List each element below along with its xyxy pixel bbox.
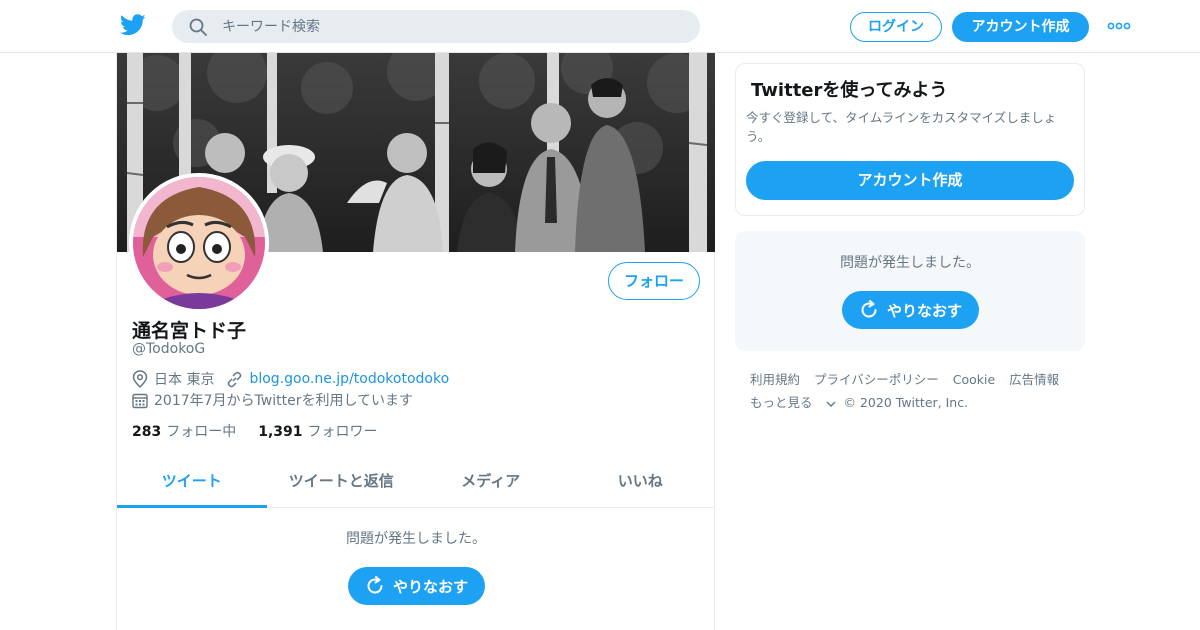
calendar-icon	[132, 393, 148, 408]
timeline-retry-label: やりなおす	[392, 577, 468, 596]
signup-promo-button[interactable]: アカウント作成	[746, 161, 1074, 200]
followers-count: 1,391	[258, 424, 303, 440]
twitter-bird-icon[interactable]	[120, 14, 146, 36]
sidebar-footer: 利用規約 プライバシーポリシー Cookie 広告情報 もっと見る © 2020…	[750, 368, 1080, 414]
login-button[interactable]: ログイン	[850, 12, 942, 42]
footer-links-row: 利用規約 プライバシーポリシー Cookie 広告情報	[750, 368, 1080, 391]
location-pin-icon	[132, 370, 148, 388]
profile-meta-location-row: 日本 東京 blog.goo.ne.jp/todokotodoko	[132, 369, 449, 389]
footer-second-row: もっと見る © 2020 Twitter, Inc.	[750, 391, 1080, 414]
avatar-illustration	[133, 177, 265, 309]
more-dots-icon[interactable]	[1107, 20, 1131, 32]
sidebar-retry-button[interactable]: やりなおす	[842, 291, 979, 329]
followers-stat[interactable]: 1,391 フォロワー	[258, 421, 377, 441]
profile-joined-date: 2017年7月からTwitterを利用しています	[154, 393, 414, 409]
signup-promo-description: 今すぐ登録して、タイムラインをカスタマイズしましょう。	[746, 110, 1057, 144]
signup-promo-card: Twitterを使ってみよう 今すぐ登録して、タイムラインをカスタマイズしましょ…	[735, 63, 1085, 216]
profile-tabs: ツイート ツイートと返信 メディア いいね	[117, 457, 715, 508]
profile-display-name: 通名宮トド子	[132, 320, 247, 342]
timeline-error-message: 問題が発生しました。	[346, 531, 486, 547]
profile-stats: 283 フォロー中 1,391 フォロワー	[132, 421, 400, 441]
sidebar-error-message: 問題が発生しました。	[840, 255, 980, 271]
followers-label: フォロワー	[307, 424, 378, 440]
tab-media[interactable]: メディア	[416, 457, 566, 507]
signup-promo-title: Twitterを使ってみよう	[751, 80, 948, 101]
following-count: 283	[132, 424, 162, 440]
footer-link-terms[interactable]: 利用規約	[750, 372, 800, 387]
search-icon	[189, 18, 207, 36]
follow-button[interactable]: フォロー	[608, 262, 700, 300]
following-label: フォロー中	[166, 424, 237, 440]
profile-handle[interactable]: @TodokoG	[132, 341, 205, 357]
search-input[interactable]	[222, 10, 682, 43]
profile-column: フォロー 通名宮トド子 @TodokoG 日本 東京 blog.goo.ne.j…	[116, 53, 715, 630]
timeline-retry-button[interactable]: やりなおす	[348, 567, 485, 605]
following-stat[interactable]: 283 フォロー中	[132, 421, 236, 441]
refresh-icon	[861, 300, 877, 318]
chevron-down-icon	[826, 401, 836, 407]
footer-copyright: © 2020 Twitter, Inc.	[843, 395, 969, 410]
profile-meta-joined-row: 2017年7月からTwitterを利用しています	[132, 390, 413, 410]
tab-tweets-and-replies[interactable]: ツイートと返信	[267, 457, 417, 507]
link-icon	[228, 371, 242, 387]
footer-more-link[interactable]: もっと見る	[750, 395, 836, 410]
sidebar-retry-label: やりなおす	[886, 301, 962, 320]
footer-link-cookie[interactable]: Cookie	[953, 372, 995, 387]
footer-link-ads-info[interactable]: 広告情報	[1009, 372, 1059, 387]
sidebar-error-card: 問題が発生しました。 やりなおす	[735, 231, 1085, 351]
tab-likes[interactable]: いいね	[566, 457, 716, 507]
profile-website-link[interactable]: blog.goo.ne.jp/todokotodoko	[249, 371, 449, 387]
refresh-icon	[367, 576, 383, 594]
signup-button[interactable]: アカウント作成	[952, 12, 1089, 42]
footer-more-label: もっと見る	[750, 395, 813, 410]
footer-link-privacy[interactable]: プライバシーポリシー	[814, 372, 939, 387]
search-box[interactable]	[172, 10, 700, 43]
profile-avatar[interactable]	[129, 173, 269, 313]
profile-location: 日本 東京	[154, 372, 215, 388]
top-navigation-bar: ログイン アカウント作成	[0, 0, 1200, 53]
tab-tweets[interactable]: ツイート	[117, 457, 267, 508]
